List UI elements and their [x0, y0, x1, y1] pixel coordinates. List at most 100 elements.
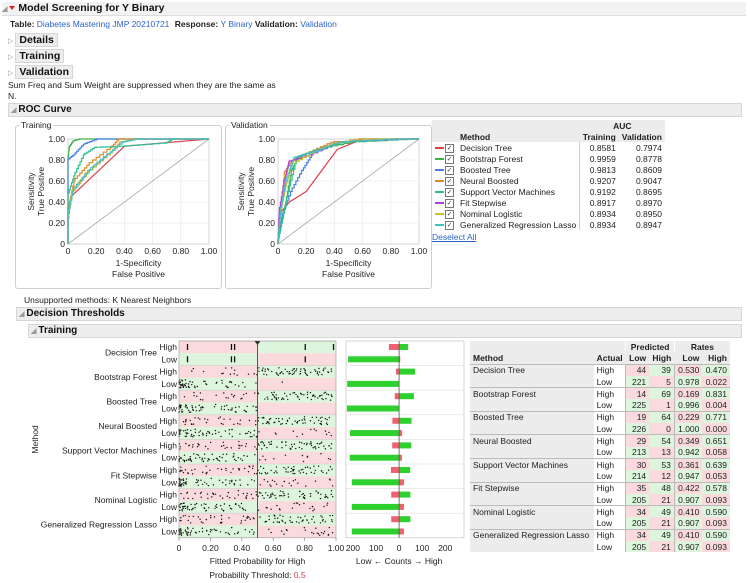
checkbox-icon[interactable]: ✓ [445, 143, 454, 153]
method-name: Neural Boosted [457, 175, 581, 186]
data-point [213, 528, 215, 530]
data-point [286, 395, 288, 397]
data-point [295, 393, 297, 396]
actual-level-label: High [160, 465, 178, 475]
data-point [270, 469, 272, 472]
data-point [180, 469, 182, 472]
red-triangle-menu-icon[interactable] [9, 6, 16, 11]
count-bar-predicted-low [395, 368, 400, 375]
data-point [214, 493, 217, 495]
training-header[interactable]: Training [15, 49, 65, 63]
data-point [255, 436, 258, 438]
collapse-icon[interactable]: ◢ [2, 6, 7, 13]
data-point [229, 482, 231, 485]
dt-training-header[interactable]: ◢ Training [28, 324, 742, 338]
data-point [266, 421, 268, 423]
data-point [310, 441, 312, 443]
actual-level-label: Low [161, 379, 177, 389]
note-line-1: Sum Freq and Sum Weight are suppressed w… [8, 80, 276, 90]
data-point [199, 407, 202, 409]
checkbox-icon[interactable]: ✓ [445, 198, 454, 208]
checkbox-icon[interactable]: ✓ [445, 220, 454, 230]
expand-icon[interactable]: ▷ [8, 54, 13, 61]
data-point [231, 393, 233, 396]
checkbox-icon[interactable]: ✓ [445, 165, 454, 175]
data-point [253, 472, 256, 475]
checkbox-icon[interactable]: ✓ [445, 154, 454, 164]
data-point [184, 421, 187, 423]
data-point [225, 469, 227, 472]
checkbox-icon[interactable]: ✓ [445, 176, 454, 186]
data-point [245, 496, 247, 498]
response-value[interactable]: Y Binary [220, 19, 252, 29]
data-point [274, 517, 276, 520]
data-point [251, 528, 253, 531]
count-bar-predicted-high [399, 516, 411, 523]
data-point [268, 441, 270, 444]
method-label: Fit Stepwise [111, 470, 158, 480]
expand-icon[interactable]: ▷ [8, 38, 13, 45]
auc-row: ✓ Nominal Logistic 0.8934 0.8950 [432, 208, 665, 219]
collapse-icon[interactable]: ◢ [19, 311, 24, 318]
data-point [218, 460, 221, 462]
data-point [205, 432, 208, 435]
data-point [245, 443, 248, 445]
validation-outline[interactable]: ▷ Validation [8, 65, 73, 79]
collapse-icon[interactable]: ◢ [11, 107, 16, 114]
table-value[interactable]: Diabetes Mastering JMP 20210721 [37, 19, 170, 29]
collapse-icon[interactable]: ◢ [31, 328, 36, 335]
data-point [265, 422, 268, 425]
decision-thresholds-header[interactable]: ◢ Decision Thresholds [16, 307, 742, 321]
count-bar-predicted-high [399, 491, 411, 498]
details-header[interactable]: Details [15, 33, 58, 47]
data-point [279, 514, 281, 516]
data-point [191, 406, 194, 409]
checkbox-icon[interactable]: ✓ [445, 187, 454, 197]
confusion-header-row-1: Predicted Rates [470, 341, 730, 353]
threshold-band-below [179, 390, 258, 403]
data-point [302, 471, 305, 474]
data-point [325, 472, 328, 474]
data-point [316, 442, 319, 445]
data-point [180, 534, 183, 536]
validation-header[interactable]: Validation [15, 65, 73, 79]
expand-icon[interactable]: ▷ [8, 70, 13, 77]
data-point [223, 405, 226, 407]
method-cell: Neural Boosted [470, 434, 594, 447]
data-point [203, 507, 206, 510]
data-point [259, 516, 261, 518]
threshold-band-below [179, 500, 258, 514]
data-point [320, 423, 323, 426]
data-point [263, 373, 265, 375]
threshold-value[interactable]: 0.5 [294, 570, 306, 580]
data-point [189, 458, 192, 460]
checkbox-icon[interactable]: ✓ [445, 209, 454, 219]
roc-curve-header[interactable]: ◢ ROC Curve [8, 103, 742, 117]
data-point [330, 490, 333, 492]
data-point [313, 422, 316, 424]
data-point [284, 454, 287, 456]
training-outline[interactable]: ▷ Training [8, 49, 65, 63]
report-title-bar[interactable]: ◢ Model Screening for Y Binary [2, 2, 746, 16]
pred-high-count: 1 [649, 399, 675, 412]
data-point [282, 520, 284, 523]
count-tick-label: 200 [438, 543, 452, 553]
x-tick-label: 0.20 [202, 543, 219, 553]
data-point [207, 418, 209, 421]
data-point [291, 373, 294, 376]
method-cell [470, 399, 594, 412]
data-point [219, 416, 222, 418]
pred-high-count: 39 [649, 363, 675, 376]
validation-value[interactable]: Validation [300, 19, 337, 29]
rate-high: 0.639 [702, 457, 730, 471]
data-point [325, 495, 328, 498]
x-tick-label: 0.40 [234, 543, 251, 553]
data-point [326, 418, 328, 421]
data-point [197, 484, 199, 486]
y-tick-label: 0.80 [48, 155, 65, 165]
data-point [189, 522, 192, 524]
details-outline[interactable]: ▷ Details [8, 33, 58, 47]
data-point [180, 429, 182, 431]
data-point [212, 484, 215, 486]
deselect-all-link[interactable]: Deselect All [432, 232, 654, 242]
